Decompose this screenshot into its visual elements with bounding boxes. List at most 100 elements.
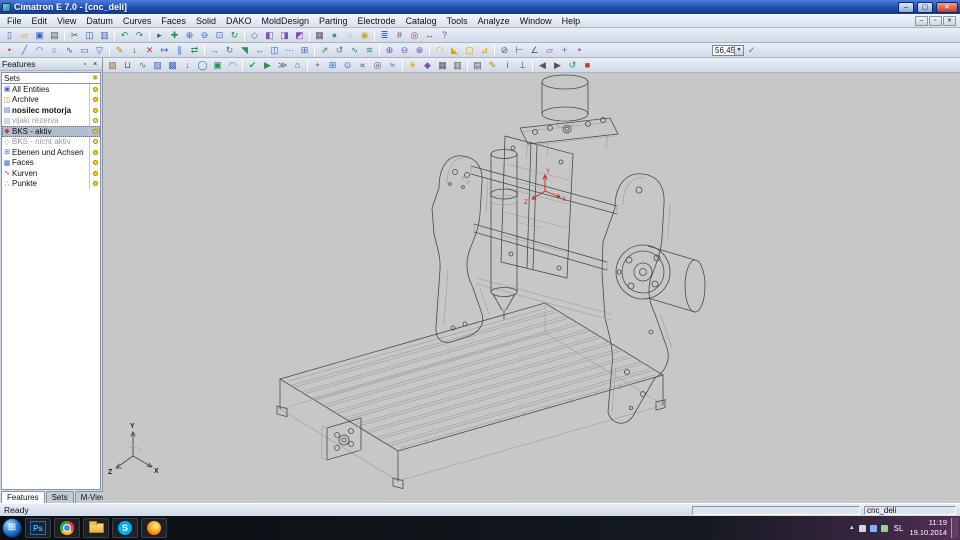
coolant-icon[interactable]: ≈ — [385, 59, 400, 72]
view-normal-icon[interactable]: ⊥ — [515, 59, 530, 72]
refresh-icon[interactable]: ↺ — [565, 59, 580, 72]
feature-item-faces[interactable]: ▦ Faces — [2, 157, 100, 168]
taskbar-skype[interactable]: S — [112, 518, 138, 538]
probe-icon[interactable]: ⊙ — [340, 59, 355, 72]
pocket-icon[interactable]: ▣ — [210, 59, 225, 72]
post-process-icon[interactable]: ≫ — [275, 59, 290, 72]
tab-sets[interactable]: Sets — [45, 491, 74, 503]
visibility-toggle[interactable] — [89, 84, 100, 95]
datum-point-icon[interactable]: • — [572, 44, 587, 57]
draft-icon[interactable]: ⊿ — [477, 44, 492, 57]
panel-close-icon[interactable]: × — [90, 59, 100, 69]
shaded-icon[interactable]: ● — [327, 29, 342, 42]
menu-view[interactable]: View — [52, 15, 81, 27]
pin-icon[interactable]: ▫ — [80, 59, 90, 69]
dimension-icon[interactable]: ⊢ — [512, 44, 527, 57]
taskbar-explorer[interactable] — [83, 518, 109, 538]
material-icon[interactable]: ◆ — [420, 59, 435, 72]
taskbar-chrome[interactable] — [54, 518, 80, 538]
new-file-icon[interactable]: ▯ — [2, 29, 17, 42]
visibility-toggle[interactable] — [89, 136, 100, 147]
fillet-icon[interactable]: ◠ — [432, 44, 447, 57]
line-icon[interactable]: ╱ — [17, 44, 32, 57]
verify-icon[interactable]: ✔ — [245, 59, 260, 72]
menu-molddesign[interactable]: MoldDesign — [256, 15, 314, 27]
show-desktop-button[interactable] — [951, 518, 958, 538]
sets-tools-icon[interactable]: ✱ — [92, 74, 98, 82]
extend-icon[interactable]: ↦ — [157, 44, 172, 57]
datum-axis-icon[interactable]: + — [557, 44, 572, 57]
tray-antivirus-icon[interactable] — [880, 524, 888, 532]
sketch-icon[interactable]: ✎ — [112, 44, 127, 57]
visibility-toggle[interactable] — [89, 126, 100, 137]
visibility-toggle[interactable] — [89, 147, 100, 158]
zoom-in-icon[interactable]: ⊕ — [182, 29, 197, 42]
stop-icon[interactable]: ■ — [580, 59, 595, 72]
feature-item-all-entities[interactable]: ▣ All Entities — [2, 84, 100, 95]
paste-icon[interactable]: ▥ — [97, 29, 112, 42]
datum-plane-icon[interactable]: ▱ — [542, 44, 557, 57]
menu-solid[interactable]: Solid — [191, 15, 221, 27]
rotate-icon[interactable]: ↻ — [222, 44, 237, 57]
copy-object-icon[interactable]: ◫ — [267, 44, 282, 57]
pan-icon[interactable]: ✚ — [167, 29, 182, 42]
project-icon[interactable]: ↓ — [127, 44, 142, 57]
polygon-icon[interactable]: ▽ — [92, 44, 107, 57]
minimize-button[interactable]: – — [898, 1, 914, 13]
visibility-toggle[interactable] — [89, 157, 100, 168]
menu-help[interactable]: Help — [557, 15, 586, 27]
array-icon[interactable]: ⊞ — [297, 44, 312, 57]
feature-item-nosilec-motorja[interactable]: ▤ nosilec motorja — [2, 105, 100, 116]
revolve-icon[interactable]: ↺ — [332, 44, 347, 57]
view-right-icon[interactable]: ◩ — [292, 29, 307, 42]
select-icon[interactable]: ▸ — [152, 29, 167, 42]
texture-icon[interactable]: ▦ — [435, 59, 450, 72]
feature-item-ebenen-und-achsen[interactable]: ⊞ Ebenen und Achsen — [2, 147, 100, 158]
view-iso-icon[interactable]: ◇ — [247, 29, 262, 42]
visibility-toggle[interactable] — [89, 94, 100, 105]
scale-icon[interactable]: ◥ — [237, 44, 252, 57]
close-button[interactable]: ✕ — [936, 1, 958, 13]
notes-icon[interactable]: ✎ — [485, 59, 500, 72]
visibility-toggle[interactable] — [89, 178, 100, 189]
value-combobox[interactable]: 56,45 ▼ — [712, 44, 744, 56]
grid-icon[interactable]: # — [392, 29, 407, 42]
language-indicator[interactable]: SL — [892, 524, 906, 533]
zoom-out-icon[interactable]: ⊖ — [197, 29, 212, 42]
origin-icon[interactable]: + — [310, 59, 325, 72]
menu-window[interactable]: Window — [515, 15, 557, 27]
stretch-icon[interactable]: ↔ — [252, 44, 267, 57]
cut-icon[interactable]: ✂ — [67, 29, 82, 42]
view-front-icon[interactable]: ◨ — [277, 29, 292, 42]
visibility-toggle[interactable] — [89, 105, 100, 116]
chamfer-icon[interactable]: ◣ — [447, 44, 462, 57]
tray-expand-icon[interactable]: ▲ — [849, 525, 855, 531]
feature-item-kurven[interactable]: ∿ Kurven — [2, 168, 100, 179]
finishing-icon[interactable]: ▩ — [165, 59, 180, 72]
menu-electrode[interactable]: Electrode — [353, 15, 401, 27]
previous-icon[interactable]: ◀ — [535, 59, 550, 72]
mdi-minimize-button[interactable]: – — [915, 15, 928, 26]
loft-icon[interactable]: ≋ — [362, 44, 377, 57]
angle-icon[interactable]: ∠ — [527, 44, 542, 57]
boolean-intersect-icon[interactable]: ⊗ — [412, 44, 427, 57]
start-button[interactable]: ⊞ — [2, 518, 22, 538]
boolean-union-icon[interactable]: ⊕ — [382, 44, 397, 57]
menu-dako[interactable]: DAKO — [221, 15, 257, 27]
extrude-icon[interactable]: ⇗ — [317, 44, 332, 57]
sweep-icon[interactable]: ∿ — [347, 44, 362, 57]
work-offset-icon[interactable]: ⊞ — [325, 59, 340, 72]
wireframe-icon[interactable]: ▦ — [312, 29, 327, 42]
spindle-speed-icon[interactable]: ◎ — [370, 59, 385, 72]
menu-catalog[interactable]: Catalog — [401, 15, 442, 27]
info-icon[interactable]: i — [500, 59, 515, 72]
visibility-toggle[interactable] — [89, 115, 100, 126]
hide-icon[interactable]: ◌ — [342, 29, 357, 42]
clock[interactable]: 11:19 19.10.2014 — [909, 518, 947, 538]
menu-parting[interactable]: Parting — [314, 15, 353, 27]
machine-icon[interactable]: ⌂ — [290, 59, 305, 72]
pattern-icon[interactable]: ⋯ — [282, 44, 297, 57]
save-icon[interactable]: ▣ — [32, 29, 47, 42]
point-icon[interactable]: • — [2, 44, 17, 57]
menu-curves[interactable]: Curves — [118, 15, 157, 27]
